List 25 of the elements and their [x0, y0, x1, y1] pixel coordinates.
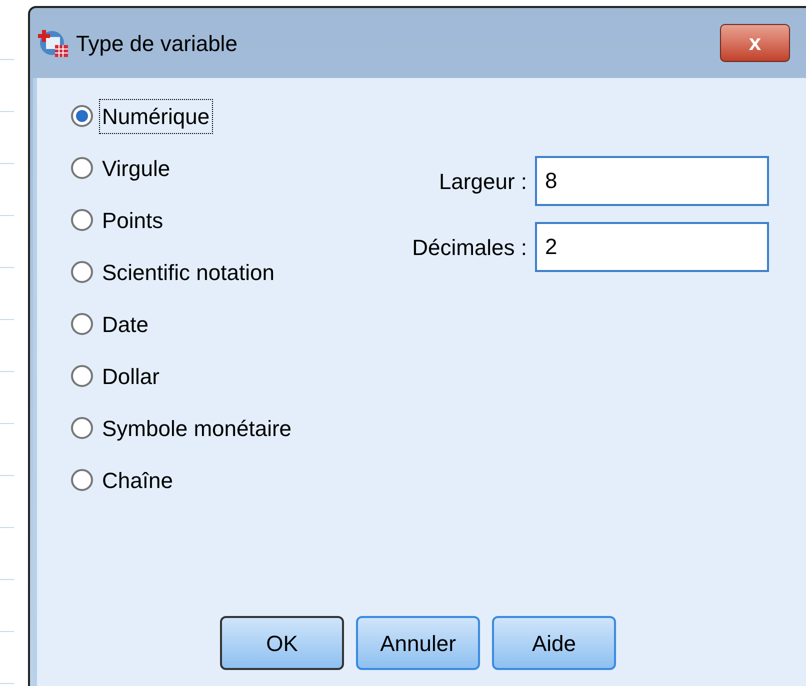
spreadsheet-icon — [38, 27, 70, 59]
radio-button[interactable] — [71, 365, 93, 387]
dialog-button[interactable]: Aide — [492, 616, 616, 670]
input-field[interactable]: 2 — [535, 222, 769, 272]
radio-option[interactable]: Points — [71, 194, 367, 246]
radio-button[interactable] — [71, 157, 93, 179]
radio-button[interactable] — [71, 209, 93, 231]
field-label: Décimales : — [411, 234, 527, 262]
field-label: Largeur : — [438, 168, 527, 196]
radio-option[interactable]: Numérique — [71, 90, 367, 142]
input-field[interactable]: 8 — [535, 156, 769, 206]
dialog-button[interactable]: Annuler — [356, 616, 480, 670]
radio-option[interactable]: Virgule — [71, 142, 367, 194]
radio-option[interactable]: Symbole monétaire — [71, 402, 367, 454]
radio-button[interactable] — [71, 469, 93, 491]
radio-option[interactable]: Scientific notation — [71, 246, 367, 298]
window-title: Type de variable — [76, 30, 238, 58]
radio-button[interactable] — [71, 105, 93, 127]
radio-option[interactable]: Dollar — [71, 350, 367, 402]
radio-button[interactable] — [71, 417, 93, 439]
radio-button[interactable] — [71, 261, 93, 283]
radio-option[interactable]: Date — [71, 298, 367, 350]
radio-button[interactable] — [71, 313, 93, 335]
radio-option[interactable]: Chaîne — [71, 454, 367, 506]
dialog-button[interactable]: OK — [220, 616, 344, 670]
